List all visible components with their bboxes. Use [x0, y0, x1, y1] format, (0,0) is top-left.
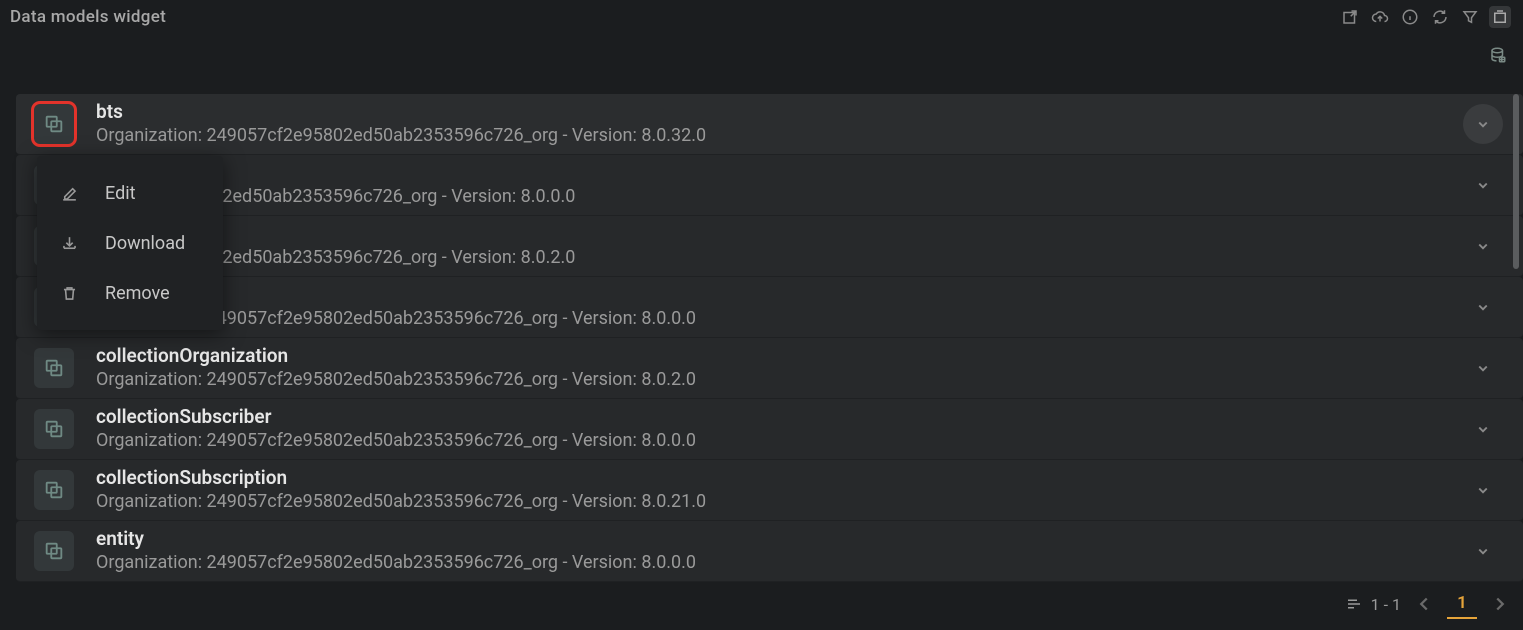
row-title: et	[96, 162, 1463, 185]
layout-icon[interactable]	[1489, 6, 1511, 28]
row-title: collectionSubscription	[96, 467, 1463, 490]
context-menu: Edit Download Remove	[37, 156, 223, 330]
list-item[interactable]: entity Organization: 249057cf2e95802ed50…	[16, 521, 1523, 582]
widget-title: Data models widget	[10, 7, 166, 27]
edit-icon	[59, 184, 79, 203]
refresh-icon[interactable]	[1429, 6, 1451, 28]
prev-page-button[interactable]	[1411, 591, 1437, 617]
list-item[interactable]: ce Organization: 249057cf2e95802ed50ab23…	[16, 277, 1523, 338]
menu-edit[interactable]: Edit	[37, 168, 223, 218]
row-title: collectionOrganization	[96, 345, 1463, 368]
trash-icon	[59, 284, 79, 303]
list-item[interactable]: collectionOrganization Organization: 249…	[16, 338, 1523, 399]
row-text: ce Organization: 249057cf2e95802ed50ab23…	[96, 284, 1463, 330]
menu-download[interactable]: Download	[37, 218, 223, 268]
list-item[interactable]: et 49057cf2e95802ed50ab2353596c726_org -…	[16, 155, 1523, 216]
row-title: collectionSubscriber	[96, 406, 1463, 429]
download-icon	[59, 234, 79, 253]
row-text: collectionSubscription Organization: 249…	[96, 467, 1463, 513]
database-icon[interactable]	[1487, 44, 1509, 66]
row-subtitle: 49057cf2e95802ed50ab2353596c726_org - Ve…	[96, 246, 1463, 269]
model-icon[interactable]	[34, 104, 74, 144]
row-title: nnel	[96, 223, 1463, 246]
header-toolbar	[1339, 6, 1511, 28]
subheader	[0, 34, 1523, 74]
info-icon[interactable]	[1399, 6, 1421, 28]
row-text: entity Organization: 249057cf2e95802ed50…	[96, 528, 1463, 574]
scrollbar[interactable]	[1513, 94, 1519, 582]
export-icon[interactable]	[1339, 6, 1361, 28]
cloud-upload-icon[interactable]	[1369, 6, 1391, 28]
row-text: bts Organization: 249057cf2e95802ed50ab2…	[96, 101, 1463, 147]
model-icon[interactable]	[34, 348, 74, 388]
scrollbar-thumb[interactable]	[1513, 94, 1519, 269]
row-title: bts	[96, 101, 1463, 124]
model-icon[interactable]	[34, 409, 74, 449]
row-subtitle: 49057cf2e95802ed50ab2353596c726_org - Ve…	[96, 185, 1463, 208]
range-display: 1 - 1	[1345, 595, 1401, 614]
row-subtitle: Organization: 249057cf2e95802ed50ab23535…	[96, 551, 1463, 574]
list-item[interactable]: collectionSubscriber Organization: 24905…	[16, 399, 1523, 460]
model-icon[interactable]	[34, 531, 74, 571]
expand-button[interactable]	[1463, 470, 1503, 510]
footer: 1 - 1 1	[1345, 586, 1513, 622]
range-text: 1 - 1	[1371, 595, 1401, 614]
row-subtitle: Organization: 249057cf2e95802ed50ab23535…	[96, 307, 1463, 330]
row-subtitle: Organization: 249057cf2e95802ed50ab23535…	[96, 124, 1463, 147]
rows-container: bts Organization: 249057cf2e95802ed50ab2…	[16, 94, 1523, 582]
expand-button[interactable]	[1463, 348, 1503, 388]
widget-header: Data models widget	[0, 0, 1523, 34]
list-area: bts Organization: 249057cf2e95802ed50ab2…	[16, 94, 1523, 582]
list-item[interactable]: nnel 49057cf2e95802ed50ab2353596c726_org…	[16, 216, 1523, 277]
filter-icon[interactable]	[1459, 6, 1481, 28]
row-subtitle: Organization: 249057cf2e95802ed50ab23535…	[96, 429, 1463, 452]
row-title: entity	[96, 528, 1463, 551]
expand-button[interactable]	[1463, 226, 1503, 266]
expand-button[interactable]	[1463, 104, 1503, 144]
menu-label: Download	[105, 233, 185, 254]
expand-button[interactable]	[1463, 531, 1503, 571]
expand-button[interactable]	[1463, 165, 1503, 205]
row-text: et 49057cf2e95802ed50ab2353596c726_org -…	[96, 162, 1463, 208]
row-subtitle: Organization: 249057cf2e95802ed50ab23535…	[96, 368, 1463, 391]
row-text: collectionOrganization Organization: 249…	[96, 345, 1463, 391]
row-title: ce	[96, 284, 1463, 307]
expand-button[interactable]	[1463, 409, 1503, 449]
model-icon[interactable]	[34, 470, 74, 510]
menu-label: Remove	[105, 283, 170, 304]
list-item[interactable]: bts Organization: 249057cf2e95802ed50ab2…	[16, 94, 1523, 155]
expand-button[interactable]	[1463, 287, 1503, 327]
row-text: collectionSubscriber Organization: 24905…	[96, 406, 1463, 452]
list-icon	[1345, 595, 1363, 613]
menu-label: Edit	[105, 183, 135, 204]
pager: 1	[1411, 589, 1513, 619]
next-page-button[interactable]	[1487, 591, 1513, 617]
list-item[interactable]: collectionSubscription Organization: 249…	[16, 460, 1523, 521]
menu-remove[interactable]: Remove	[37, 268, 223, 318]
row-subtitle: Organization: 249057cf2e95802ed50ab23535…	[96, 490, 1463, 513]
row-text: nnel 49057cf2e95802ed50ab2353596c726_org…	[96, 223, 1463, 269]
current-page[interactable]: 1	[1447, 589, 1477, 619]
